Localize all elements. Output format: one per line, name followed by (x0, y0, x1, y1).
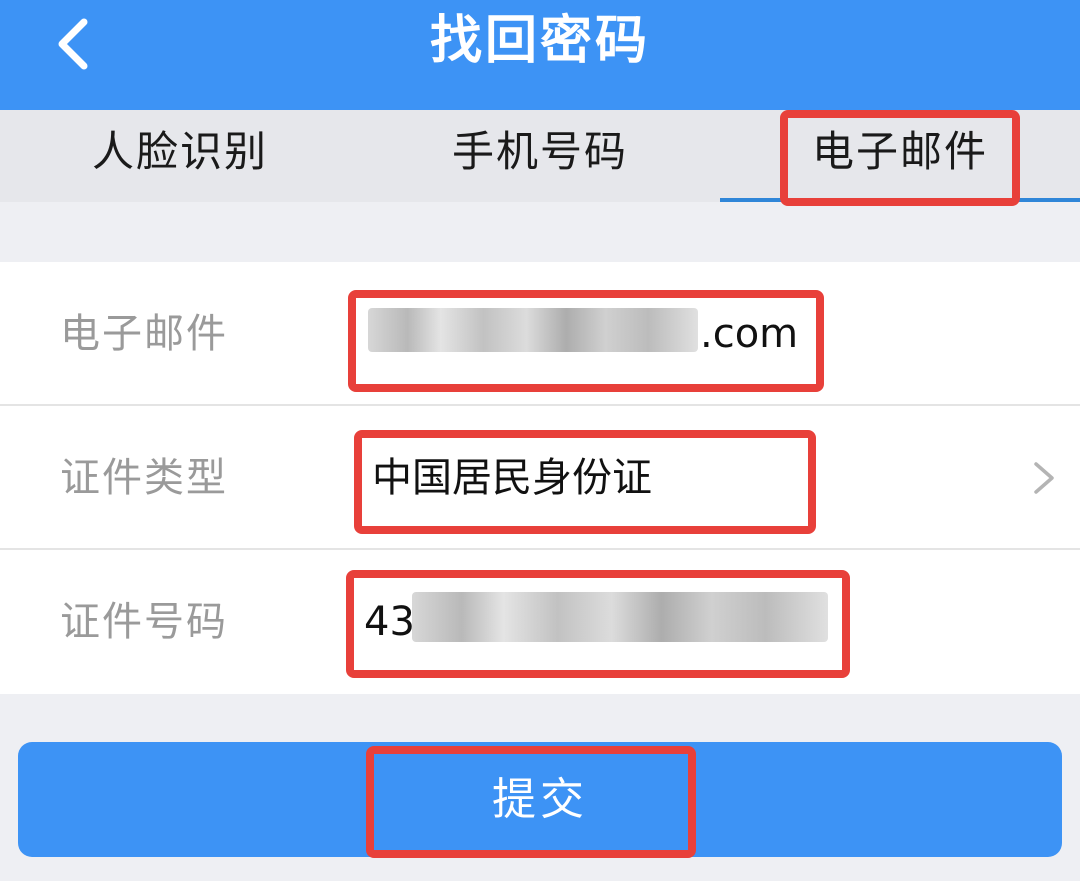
tab-label: 人脸识别 (91, 127, 268, 176)
tab-bar: 人脸识别 手机号码 电子邮件 (0, 110, 1080, 202)
email-label: 电子邮件 (60, 311, 228, 357)
tab-face-recognition[interactable]: 人脸识别 (0, 110, 360, 202)
tab-label: 电子邮件 (811, 127, 988, 176)
top-bar: 找回密码 (0, 0, 1080, 110)
id-type-row[interactable]: 证件类型 中国居民身份证 (0, 406, 1080, 550)
id-number-visible-prefix: 43 (364, 599, 415, 645)
email-row: 电子邮件 .com (0, 262, 1080, 406)
tab-email[interactable]: 电子邮件 (720, 110, 1080, 202)
id-number-label: 证件号码 (60, 599, 228, 645)
page-title: 找回密码 (429, 11, 650, 71)
redacted-id-number (412, 592, 828, 642)
tab-label: 手机号码 (451, 127, 628, 176)
submit-button[interactable]: 提交 (18, 742, 1062, 857)
email-field[interactable]: .com (700, 298, 800, 370)
recovery-form: 电子邮件 .com 证件类型 中国居民身份证 证件号码 43 (0, 262, 1080, 694)
redacted-email (368, 308, 698, 352)
submit-label: 提交 (492, 774, 588, 825)
id-type-value: 中国居民身份证 (372, 455, 652, 501)
tab-phone-number[interactable]: 手机号码 (360, 110, 720, 202)
id-number-row: 证件号码 43 (0, 550, 1080, 694)
chevron-right-icon[interactable] (1026, 458, 1062, 498)
id-type-label: 证件类型 (60, 455, 228, 501)
id-type-select[interactable]: 中国居民身份证 (372, 442, 792, 514)
email-visible-suffix: .com (700, 311, 799, 357)
